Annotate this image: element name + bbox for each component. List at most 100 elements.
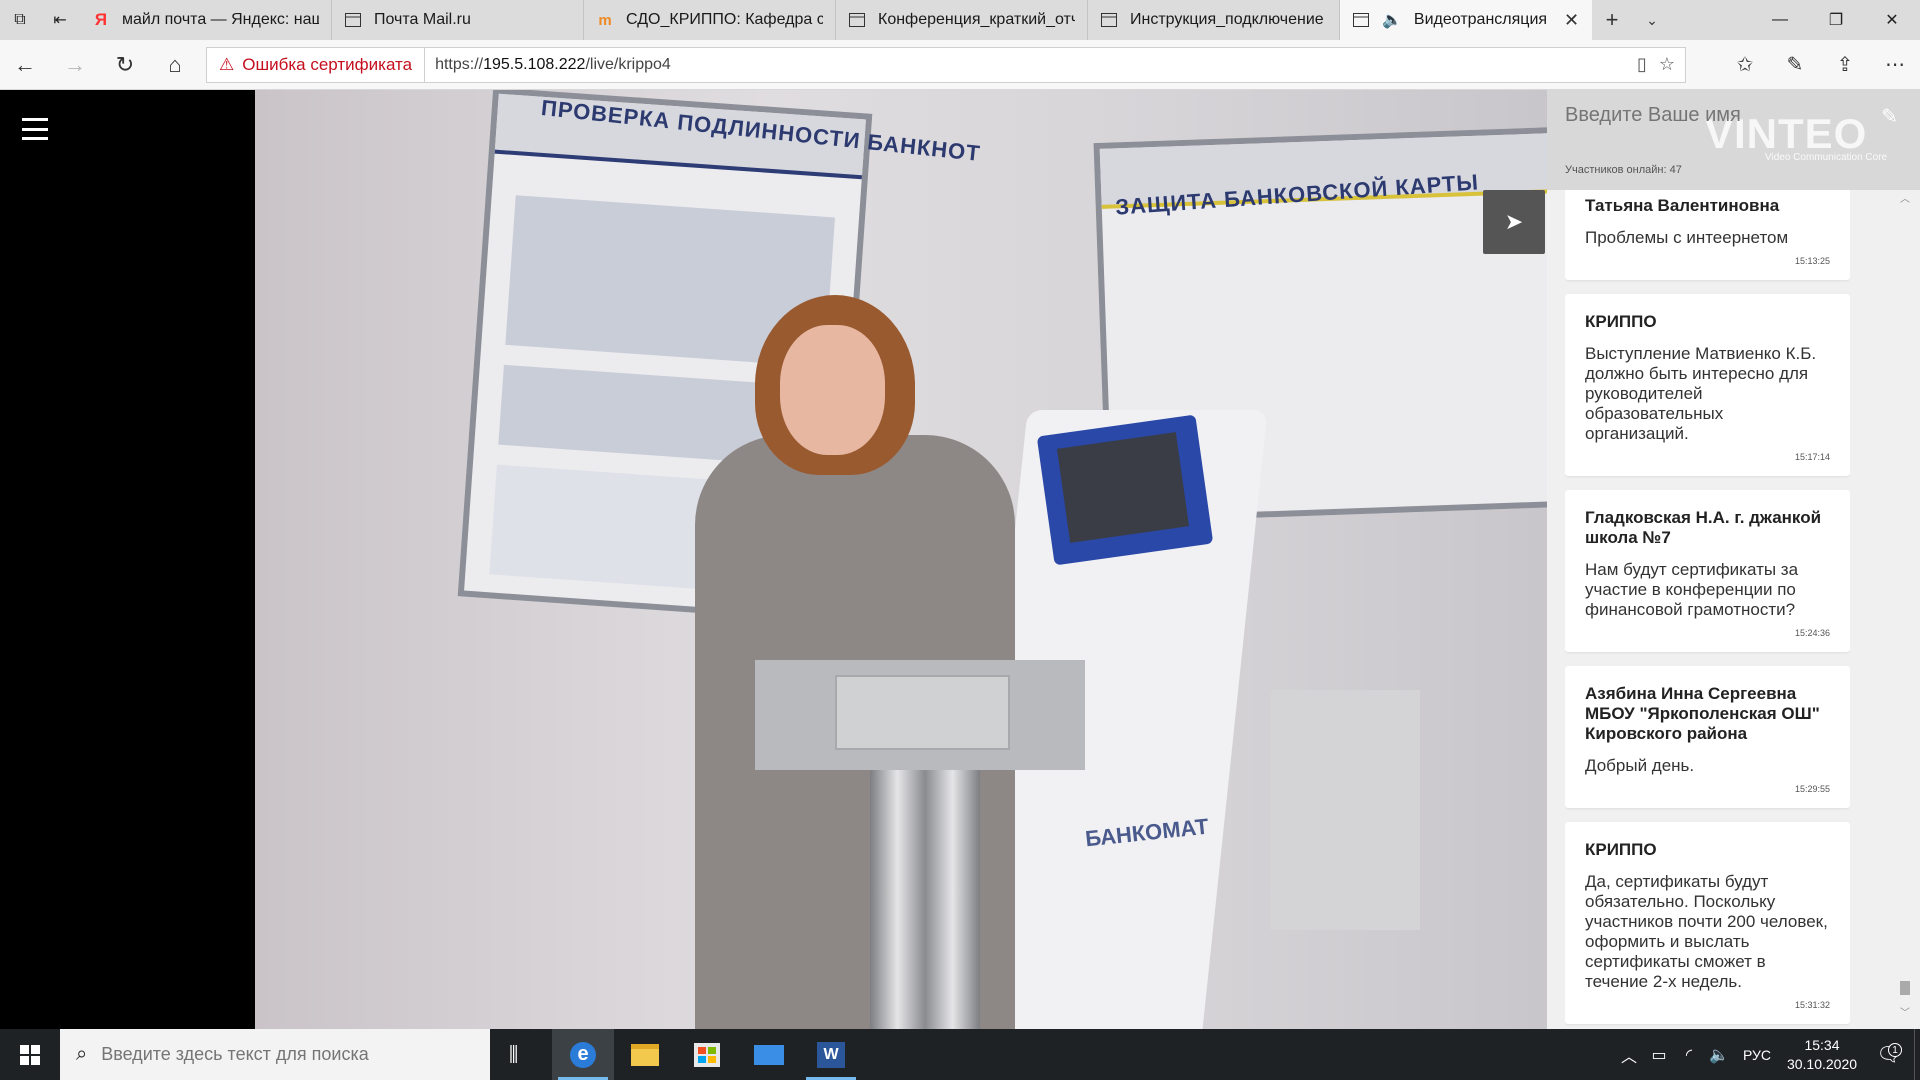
- chat-message: Татьяна Валентиновна Проблемы с интеерне…: [1565, 190, 1850, 280]
- message-text: Нам будут сертификаты за участие в конфе…: [1585, 560, 1799, 619]
- tab-preview-button[interactable]: ⌄: [1632, 0, 1672, 40]
- favorites-icon: ✩: [1736, 54, 1754, 76]
- window-controls: — ❐ ✕: [1752, 0, 1920, 40]
- new-tab-button[interactable]: +: [1592, 0, 1632, 40]
- scroll-down-icon[interactable]: ﹀: [1898, 1004, 1912, 1019]
- chat-message: КРИППО Выступление Матвиенко К.Б. должно…: [1565, 294, 1850, 476]
- refresh-button[interactable]: ↻: [100, 40, 150, 90]
- page-icon: [344, 12, 362, 28]
- send-icon: ➤: [1504, 209, 1524, 234]
- message-time: 15:17:14: [1794, 452, 1830, 462]
- minimize-button[interactable]: —: [1752, 0, 1808, 40]
- taskbar-search[interactable]: ⌕: [60, 1029, 490, 1080]
- page-content: ПРОВЕРКА ПОДЛИННОСТИ БАНКНОТ ЗАЩИТА БАНК…: [0, 90, 1920, 1029]
- tab-yandex[interactable]: Я майл почта — Яндекс: нашлось: [80, 0, 332, 40]
- home-button[interactable]: ⌂: [150, 40, 200, 90]
- chevron-up-icon[interactable]: ︿: [1614, 1043, 1644, 1067]
- mail-icon: [754, 1044, 784, 1065]
- chat-scrollbar[interactable]: ︿ ﹀: [1898, 190, 1912, 1019]
- close-icon: ✕: [1885, 12, 1899, 29]
- forward-button[interactable]: →: [50, 40, 100, 90]
- arrow-right-icon: →: [64, 51, 86, 77]
- settings-more-button[interactable]: ⋯: [1870, 40, 1920, 90]
- menu-icon[interactable]: [22, 118, 48, 140]
- language-indicator[interactable]: РУС: [1734, 1047, 1780, 1063]
- message-text: Добрый день.: [1585, 756, 1695, 775]
- notification-count: 1: [1888, 1043, 1902, 1057]
- page-icon: [1352, 12, 1370, 28]
- taskbar-mail[interactable]: [738, 1029, 800, 1080]
- clock[interactable]: 15:34 30.10.2020: [1780, 1036, 1864, 1074]
- favorites-button[interactable]: ✩: [1720, 40, 1770, 90]
- tab-label: Почта Mail.ru: [374, 11, 471, 28]
- home-icon: ⌂: [168, 51, 182, 77]
- share-button[interactable]: ⇪: [1820, 40, 1870, 90]
- chat-messages[interactable]: Татьяна Валентиновна Проблемы с интеерне…: [1565, 190, 1850, 1029]
- tab-sets-button[interactable]: ⧉: [0, 0, 40, 40]
- restore-button[interactable]: ❐: [1808, 0, 1864, 40]
- taskbar: ⌕ ⫼ e W ︿ ▭ ◜ 🔈 РУС 15:34 30.10.2020 🗨 1: [0, 1029, 1920, 1080]
- taskbar-explorer[interactable]: [614, 1029, 676, 1080]
- video-player[interactable]: ПРОВЕРКА ПОДЛИННОСТИ БАНКНОТ ЗАЩИТА БАНК…: [255, 90, 1547, 1029]
- close-tab-icon[interactable]: ✕: [1564, 10, 1580, 31]
- back-button[interactable]: ←: [0, 40, 50, 90]
- send-button[interactable]: ➤: [1483, 190, 1545, 254]
- warning-icon: ⚠: [219, 54, 235, 74]
- tab-sdo-krippo[interactable]: m СДО_КРИППО: Кафедра социально: [584, 0, 836, 40]
- certificate-error-button[interactable]: ⚠ Ошибка сертификата: [207, 47, 426, 82]
- message-time: 15:29:55: [1794, 784, 1830, 794]
- tab-instruction[interactable]: Инструкция_подключение: [1088, 0, 1340, 40]
- taskbar-word[interactable]: W: [800, 1029, 862, 1080]
- clock-time: 15:34: [1804, 1036, 1840, 1053]
- tab-label: СДО_КРИППО: Кафедра социально: [626, 11, 823, 28]
- search-input[interactable]: [101, 1044, 462, 1065]
- message-text: Да, сертификаты будут обязательно. Поско…: [1585, 872, 1828, 991]
- address-bar[interactable]: ⚠ Ошибка сертификата https://195.5.108.2…: [206, 46, 1686, 83]
- url-text[interactable]: https://195.5.108.222/live/krippo4: [425, 56, 1637, 74]
- set-aside-tabs-button[interactable]: ⇤: [40, 0, 80, 40]
- toolbar-right: ✩ ✎ ⇪ ⋯: [1720, 40, 1920, 90]
- edit-icon[interactable]: ✎: [1881, 104, 1898, 129]
- pen-icon: ✎: [1786, 54, 1804, 76]
- task-view-icon: ⫼: [509, 1043, 519, 1066]
- action-center-button[interactable]: 🗨 1: [1864, 1042, 1914, 1067]
- speaker-icon[interactable]: 🔈: [1382, 12, 1402, 29]
- printer: [1270, 690, 1420, 930]
- message-author: Гладковская Н.А. г. джанкой школа №7: [1585, 508, 1822, 547]
- vinteo-logo-subtitle: Video Communication Core: [1765, 152, 1888, 163]
- show-desktop-button[interactable]: [1914, 1029, 1920, 1080]
- tab-conference-report[interactable]: Конференция_краткий_отчет: [836, 0, 1088, 40]
- system-tray: ︿ ▭ ◜ 🔈 РУС 15:34 30.10.2020 🗨 1: [1614, 1029, 1920, 1080]
- wifi-icon[interactable]: ◜: [1674, 1045, 1704, 1065]
- yandex-icon: Я: [94, 10, 108, 29]
- chat-message: Азябина Инна Сергеевна МБОУ "Яркополенск…: [1565, 666, 1850, 808]
- arrow-left-icon: ←: [14, 51, 36, 77]
- url-path: /live/krippo4: [585, 55, 671, 73]
- volume-icon[interactable]: 🔈: [1704, 1045, 1734, 1065]
- search-icon: ⌕: [76, 1043, 88, 1065]
- windows-icon: [20, 1044, 40, 1065]
- task-view-button[interactable]: ⫼: [490, 1029, 552, 1080]
- taskbar-store[interactable]: [676, 1029, 738, 1080]
- add-notes-button[interactable]: ✎: [1770, 40, 1820, 90]
- page-icon: [848, 12, 866, 28]
- scroll-up-icon[interactable]: ︿: [1898, 190, 1912, 205]
- tab-video-stream[interactable]: 🔈 Видеотрансляция - Vinteo ✕: [1340, 0, 1592, 40]
- name-input[interactable]: [1565, 100, 1865, 130]
- battery-icon[interactable]: ▭: [1644, 1045, 1674, 1065]
- chat-panel: VINTEO Video Communication Core ✎ Участн…: [1483, 90, 1920, 1029]
- close-window-button[interactable]: ✕: [1864, 0, 1920, 40]
- reading-view-icon[interactable]: ▯: [1637, 54, 1647, 75]
- store-icon: [694, 1042, 720, 1067]
- favorite-star-icon[interactable]: ☆: [1659, 54, 1675, 75]
- tab-mail[interactable]: Почта Mail.ru: [332, 0, 584, 40]
- online-count: Участников онлайн: 47: [1565, 164, 1682, 176]
- message-author: Татьяна Валентиновна: [1585, 196, 1780, 215]
- start-button[interactable]: [0, 1029, 60, 1080]
- taskbar-edge[interactable]: e: [552, 1029, 614, 1080]
- refresh-icon: ↻: [115, 51, 135, 77]
- plus-icon: +: [1605, 7, 1619, 32]
- scrollbar-thumb[interactable]: [1900, 981, 1910, 995]
- message-time: 15:13:25: [1794, 256, 1830, 266]
- message-text: Выступление Матвиенко К.Б. должно быть и…: [1585, 344, 1817, 443]
